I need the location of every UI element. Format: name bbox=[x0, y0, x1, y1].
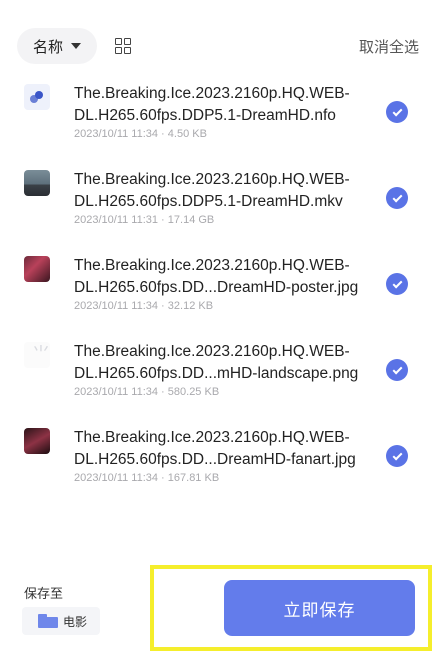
save-to-label: 保存至 bbox=[24, 586, 64, 601]
sort-label: 名称 bbox=[33, 38, 64, 56]
file-meta: 2023/10/11 11:34 · 167.81 KB bbox=[74, 472, 220, 484]
file-name: The.Breaking.Ice.2023.2160p.HQ.WEB-DL.H2… bbox=[74, 429, 356, 468]
landscape-thumbnail: ⺌ bbox=[24, 342, 50, 368]
destination-folder-button[interactable]: 电影 bbox=[22, 607, 100, 635]
folder-icon bbox=[38, 614, 58, 628]
folder-name: 电影 bbox=[63, 614, 88, 629]
checkbox-checked-icon[interactable] bbox=[386, 187, 408, 209]
list-item[interactable]: The.Breaking.Ice.2023.2160p.HQ.WEB-DL.H2… bbox=[0, 76, 441, 162]
checkbox-checked-icon[interactable] bbox=[386, 101, 408, 123]
checkbox-checked-icon[interactable] bbox=[386, 445, 408, 467]
toolbar: 名称 取消全选 bbox=[0, 0, 441, 76]
file-meta: 2023/10/11 11:34 · 32.12 KB bbox=[74, 300, 214, 312]
file-meta: 2023/10/11 11:31 · 17.14 GB bbox=[74, 214, 215, 226]
list-item[interactable]: The.Breaking.Ice.2023.2160p.HQ.WEB-DL.H2… bbox=[0, 162, 441, 248]
nfo-file-icon bbox=[24, 84, 50, 110]
list-item[interactable]: ⺌ The.Breaking.Ice.2023.2160p.HQ.WEB-DL.… bbox=[0, 334, 441, 420]
checkbox-checked-icon[interactable] bbox=[386, 273, 408, 295]
deselect-all-button[interactable]: 取消全选 bbox=[359, 36, 419, 57]
file-name: The.Breaking.Ice.2023.2160p.HQ.WEB-DL.H2… bbox=[74, 85, 350, 124]
file-meta: 2023/10/11 11:34 · 580.25 KB bbox=[74, 386, 220, 398]
file-name: The.Breaking.Ice.2023.2160p.HQ.WEB-DL.H2… bbox=[74, 343, 359, 382]
list-item[interactable]: The.Breaking.Ice.2023.2160p.HQ.WEB-DL.H2… bbox=[0, 248, 441, 334]
video-thumbnail bbox=[24, 170, 50, 196]
poster-thumbnail bbox=[24, 256, 50, 282]
sort-by-name-button[interactable]: 名称 bbox=[17, 28, 97, 64]
file-list: The.Breaking.Ice.2023.2160p.HQ.WEB-DL.H2… bbox=[0, 76, 441, 506]
save-now-button[interactable]: 立即保存 bbox=[224, 580, 415, 636]
file-name: The.Breaking.Ice.2023.2160p.HQ.WEB-DL.H2… bbox=[74, 257, 359, 296]
file-name: The.Breaking.Ice.2023.2160p.HQ.WEB-DL.H2… bbox=[74, 171, 350, 210]
checkbox-checked-icon[interactable] bbox=[386, 359, 408, 381]
caret-down-icon bbox=[71, 43, 82, 49]
grid-view-icon[interactable] bbox=[115, 38, 131, 54]
fanart-thumbnail bbox=[24, 428, 50, 454]
list-item[interactable]: The.Breaking.Ice.2023.2160p.HQ.WEB-DL.H2… bbox=[0, 420, 441, 506]
file-meta: 2023/10/11 11:34 · 4.50 KB bbox=[74, 128, 207, 140]
